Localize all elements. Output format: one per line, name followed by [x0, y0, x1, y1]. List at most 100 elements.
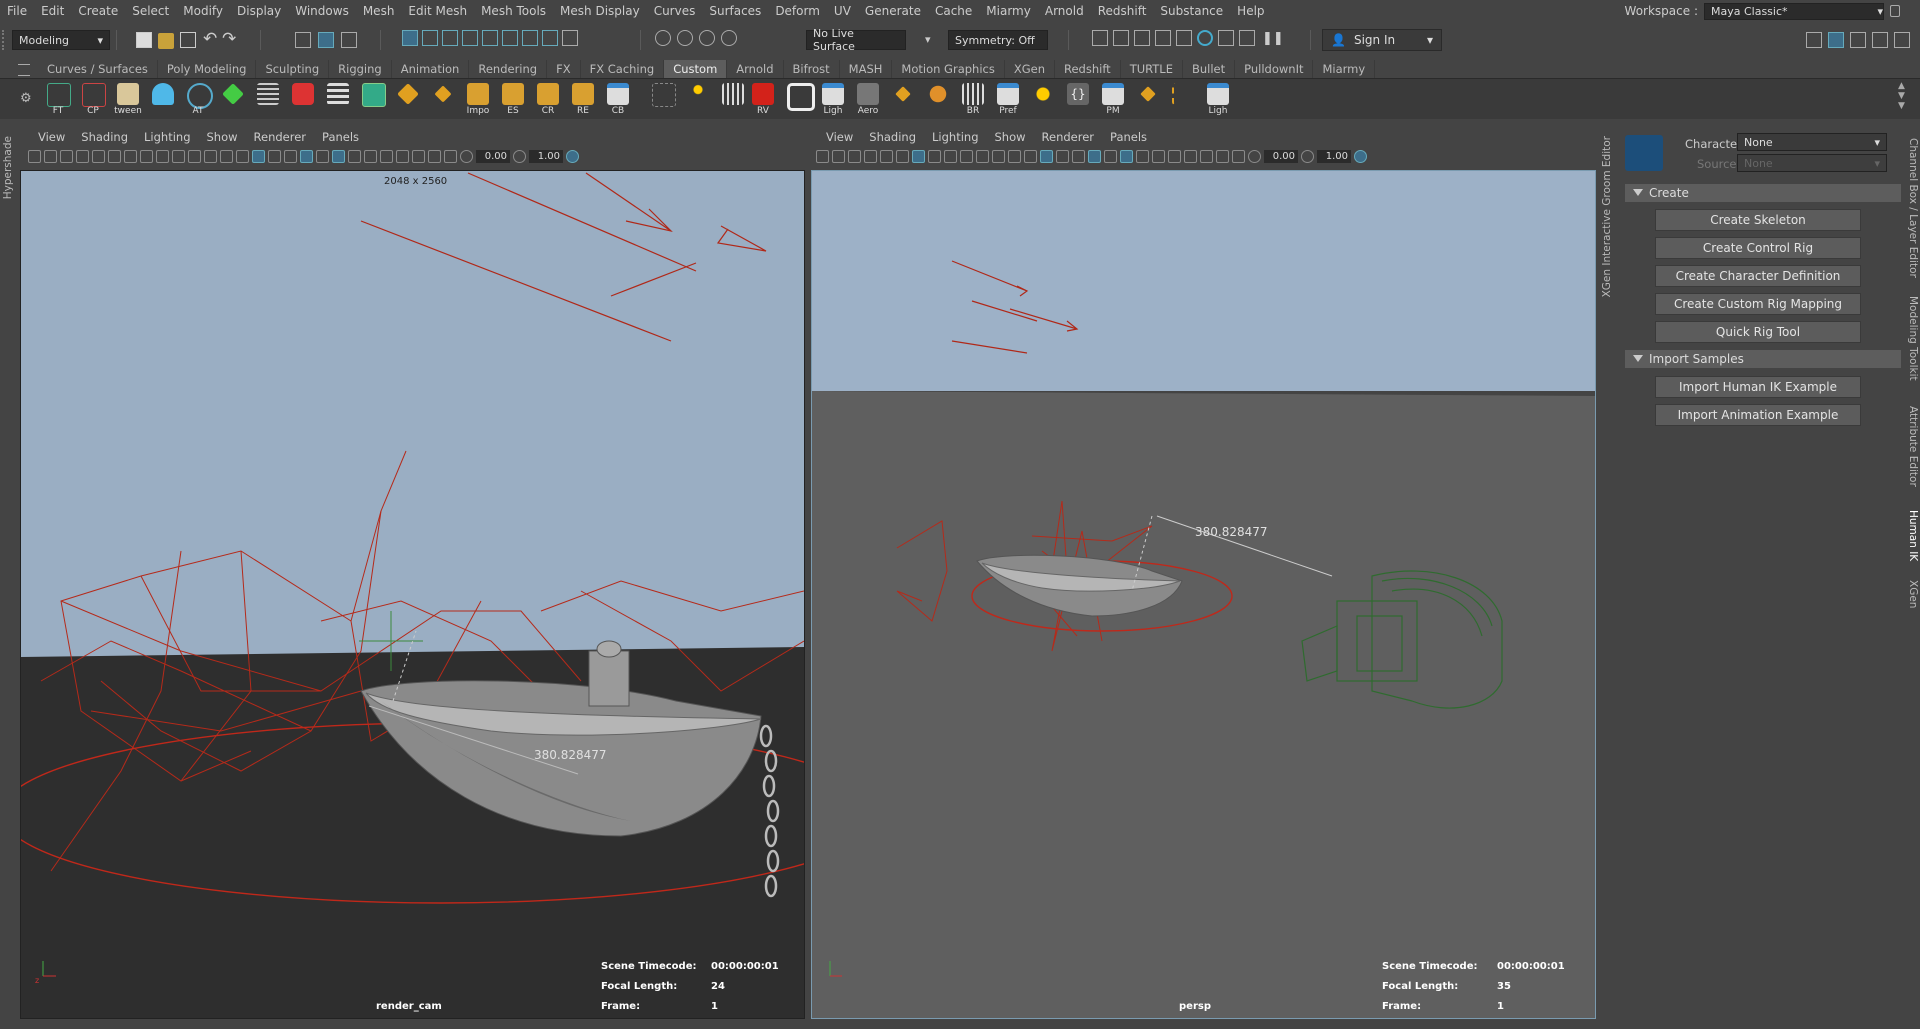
soft-select-icon[interactable]: [699, 30, 715, 46]
shelf-button-rv[interactable]: RV: [748, 83, 778, 117]
shelf-button-joint[interactable]: [1168, 83, 1198, 117]
shelf-scroll-icon[interactable]: ▲ ▼ ▼: [1898, 81, 1905, 111]
color-management-icon[interactable]: [1354, 149, 1367, 163]
vp-menu-shading[interactable]: Shading: [73, 130, 136, 144]
hypershade-icon[interactable]: [1176, 30, 1192, 46]
shelf-button-cb[interactable]: CB: [603, 83, 633, 117]
vp-menu-panels[interactable]: Panels: [314, 130, 367, 144]
grid-icon[interactable]: [912, 149, 925, 163]
shelf-tab[interactable]: FX Caching: [580, 60, 665, 78]
gear-icon[interactable]: ⚙: [20, 91, 32, 106]
tool-settings-icon[interactable]: [1850, 32, 1866, 48]
human-ik-tab[interactable]: Human IK: [1907, 510, 1919, 561]
lights-icon[interactable]: [1104, 149, 1117, 163]
lock-icon[interactable]: [1890, 5, 1900, 17]
shelf-button-rows[interactable]: [323, 83, 353, 117]
workspace-dropdown[interactable]: Maya Classic* ▾: [1704, 2, 1884, 20]
source-dropdown[interactable]: None ▾: [1737, 154, 1887, 172]
shelf-tab[interactable]: FX: [547, 60, 581, 78]
shelf-button-ft[interactable]: FT: [43, 83, 73, 117]
shelf-button-es[interactable]: ES: [498, 83, 528, 117]
shelf-button-bracket[interactable]: [648, 83, 678, 117]
render-sequence-icon[interactable]: [1113, 30, 1129, 46]
wireframe-icon[interactable]: [236, 149, 249, 163]
field-chart-icon[interactable]: [188, 149, 201, 163]
menu-uv[interactable]: UV: [827, 4, 858, 18]
exposure-field[interactable]: 0.00: [1264, 149, 1298, 163]
vp-menu-show[interactable]: Show: [199, 130, 246, 144]
camera-icon[interactable]: [816, 149, 829, 163]
grease-pencil-icon[interactable]: [108, 149, 121, 163]
shelf-button-diamonds[interactable]: [393, 83, 423, 117]
vp-menu-lighting[interactable]: Lighting: [136, 130, 198, 144]
menu-display[interactable]: Display: [230, 4, 288, 18]
vp-menu-view[interactable]: View: [818, 130, 861, 144]
default-material-icon[interactable]: [268, 149, 281, 163]
menu-mesh[interactable]: Mesh: [356, 4, 402, 18]
ssao-icon[interactable]: [348, 149, 361, 163]
textured-icon[interactable]: [1088, 149, 1101, 163]
history-icon[interactable]: [542, 30, 558, 46]
shelf-button-impo[interactable]: Impo: [463, 83, 493, 117]
save-scene-icon[interactable]: [180, 32, 196, 48]
vp-menu-lighting[interactable]: Lighting: [924, 130, 986, 144]
attribute-editor-icon[interactable]: [1828, 32, 1844, 48]
hypershade-tab[interactable]: Hypershade: [2, 136, 14, 199]
film-gate-icon[interactable]: [928, 149, 941, 163]
safe-action-icon[interactable]: [992, 149, 1005, 163]
ipr-render-icon[interactable]: [1134, 30, 1150, 46]
shelf-tab[interactable]: TURTLE: [1120, 60, 1183, 78]
grip-handle-icon[interactable]: [2, 30, 10, 50]
menu-create[interactable]: Create: [71, 4, 125, 18]
menu-cache[interactable]: Cache: [928, 4, 979, 18]
motion-blur-icon[interactable]: [364, 149, 377, 163]
snap-grid-icon[interactable]: [402, 30, 418, 46]
shelf-tab[interactable]: PulldownIt: [1235, 60, 1314, 78]
gamma-field[interactable]: 1.00: [529, 149, 563, 163]
menu-mesh-display[interactable]: Mesh Display: [553, 4, 647, 18]
bookmark-icon[interactable]: [60, 149, 73, 163]
shelf-button-diamond2[interactable]: [1133, 83, 1163, 117]
shelf-tab[interactable]: MASH: [839, 60, 893, 78]
shelf-button-list[interactable]: [253, 83, 283, 117]
shelf-tab[interactable]: Miarmy: [1313, 60, 1376, 78]
live-surface-field[interactable]: No Live Surface: [806, 27, 906, 53]
backface-icon[interactable]: [1232, 149, 1245, 163]
menu-deform[interactable]: Deform: [768, 4, 827, 18]
menu-redshift[interactable]: Redshift: [1091, 4, 1154, 18]
textured-icon[interactable]: [300, 149, 313, 163]
open-scene-icon[interactable]: [158, 33, 174, 49]
menu-mesh-tools[interactable]: Mesh Tools: [474, 4, 553, 18]
modeling-toolkit-tab[interactable]: Modeling Toolkit: [1907, 296, 1919, 381]
vp-menu-panels[interactable]: Panels: [1102, 130, 1155, 144]
import-human-ik-example-button[interactable]: Import Human IK Example: [1655, 376, 1861, 398]
channel-box-icon[interactable]: [1872, 32, 1888, 48]
wireframe-on-shaded-icon[interactable]: [1072, 149, 1085, 163]
shelf-tab[interactable]: Bifrost: [783, 60, 840, 78]
chevron-down-icon[interactable]: ▾: [925, 33, 931, 46]
shelf-button-sphere[interactable]: [923, 83, 953, 117]
xray-icon[interactable]: [1200, 149, 1213, 163]
shelf-button-re[interactable]: RE: [568, 83, 598, 117]
import-samples-section-header[interactable]: Import Samples: [1625, 350, 1901, 368]
default-material-icon[interactable]: [1056, 149, 1069, 163]
gamma-icon[interactable]: [1301, 149, 1314, 163]
cpu-icon[interactable]: [1218, 30, 1234, 46]
2d-pan-icon[interactable]: [880, 149, 893, 163]
undo-icon[interactable]: ↶: [203, 29, 217, 49]
grease-pencil-icon[interactable]: [896, 149, 909, 163]
camera-icon[interactable]: [28, 149, 41, 163]
create-section-header[interactable]: Create: [1625, 184, 1901, 202]
menu-miarmy[interactable]: Miarmy: [979, 4, 1038, 18]
gamma-icon[interactable]: [513, 149, 526, 163]
shelf-menu-icon[interactable]: [18, 64, 30, 76]
gate-mask-icon[interactable]: [172, 149, 185, 163]
shelf-tab[interactable]: Animation: [391, 60, 470, 78]
shelf-button-film[interactable]: [718, 83, 748, 117]
menu-surfaces[interactable]: Surfaces: [702, 4, 768, 18]
sign-in-button[interactable]: 👤 Sign In ▾: [1322, 29, 1442, 51]
vp-menu-show[interactable]: Show: [987, 130, 1034, 144]
shadows-icon[interactable]: [332, 149, 345, 163]
render-settings-icon[interactable]: [1155, 30, 1171, 46]
shelf-button-aero[interactable]: Aero: [853, 83, 883, 117]
